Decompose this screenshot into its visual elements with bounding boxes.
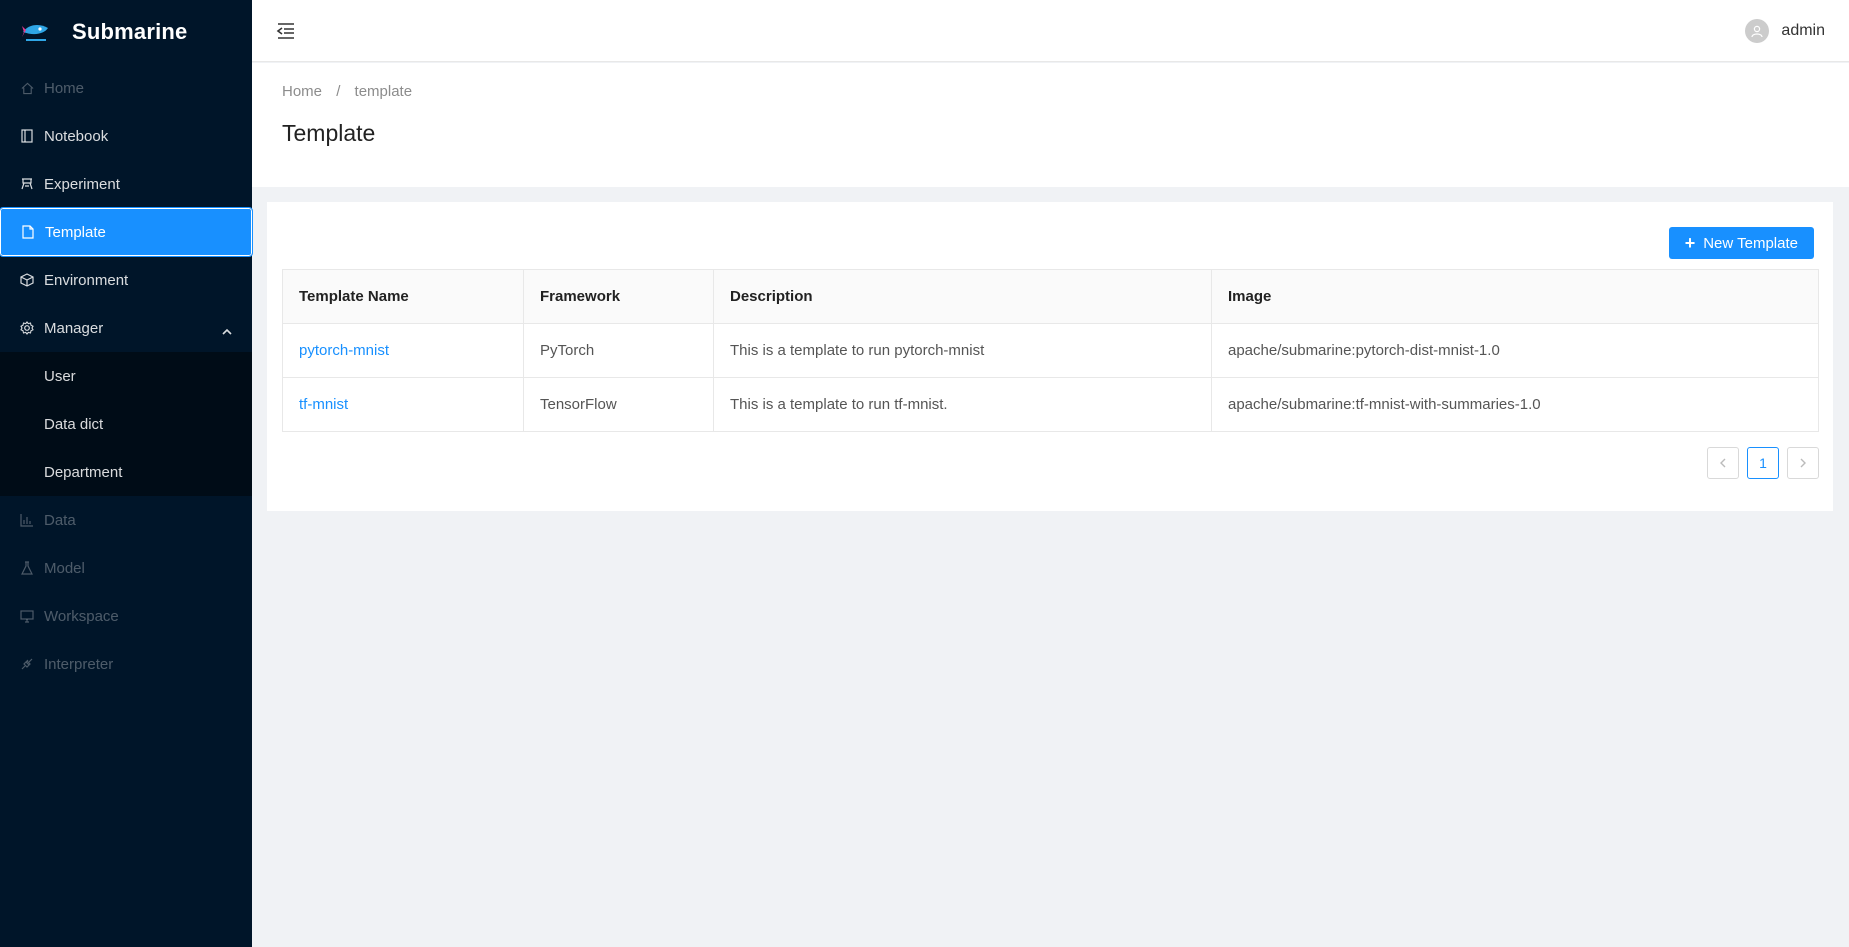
sidebar-item-label: Data [44, 511, 76, 529]
breadcrumb: Home / template [282, 83, 1819, 100]
flask-icon [20, 561, 34, 575]
sidebar-item-label: Experiment [44, 175, 120, 193]
table-cell: This is a template to run tf-mnist. [713, 377, 1212, 432]
table-row: tf-mnist TensorFlow This is a template t… [282, 377, 1819, 432]
table-header-row: Template Name Framework Description Imag… [282, 269, 1819, 324]
plus-icon: + [1684, 232, 1696, 253]
pagination: 1 [1707, 447, 1819, 479]
top-header: admin [252, 0, 1849, 62]
sidebar-item-notebook[interactable]: Notebook [0, 112, 252, 160]
code-sandbox-icon [20, 273, 34, 287]
next-page-button[interactable] [1787, 447, 1819, 479]
table-cell: apache/submarine:tf-mnist-with-summaries… [1211, 377, 1819, 432]
table-cell: apache/submarine:pytorch-dist-mnist-1.0 [1211, 323, 1819, 378]
breadcrumb-current: template [354, 83, 413, 100]
home-icon [20, 81, 34, 95]
sidebar-item-label: User [44, 367, 76, 385]
sidebar-item-experiment[interactable]: Experiment [0, 160, 252, 208]
experiment-icon [20, 177, 34, 191]
chevron-left-icon [1720, 458, 1726, 468]
user-menu[interactable]: admin [1745, 19, 1825, 43]
page-title: Template [282, 120, 376, 146]
sidebar-item-data[interactable]: Data [0, 496, 252, 544]
file-icon [21, 225, 35, 239]
table-cell: This is a template to run pytorch-mnist [713, 323, 1212, 378]
page-header: Home / template Template [252, 63, 1849, 187]
page-number-button[interactable]: 1 [1747, 447, 1779, 479]
manager-submenu: User Data dict Department [0, 352, 252, 496]
sidebar-item-user[interactable]: User [0, 352, 252, 400]
app-title: Submarine [72, 19, 188, 44]
column-header[interactable]: Framework [523, 269, 714, 324]
sidebar-item-model[interactable]: Model [0, 544, 252, 592]
new-template-button[interactable]: + New Template [1668, 227, 1814, 259]
sidebar: Submarine Home Notebook Experiment Templ… [0, 0, 253, 947]
chevron-up-icon [222, 323, 232, 340]
sidebar-item-label: Model [44, 559, 85, 577]
template-name-link[interactable]: tf-mnist [299, 396, 348, 413]
avatar [1745, 19, 1770, 43]
logo[interactable]: Submarine [0, 0, 252, 64]
sidebar-item-label: Home [44, 79, 85, 97]
bar-chart-icon [20, 513, 34, 527]
sidebar-item-template[interactable]: Template [0, 207, 253, 257]
sidebar-item-home[interactable]: Home [0, 64, 252, 112]
sidebar-item-label: Department [44, 463, 123, 481]
table-cell: pytorch-mnist [282, 323, 524, 378]
template-card: + New Template Template Name Framework D… [267, 202, 1833, 511]
new-template-label: New Template [1703, 234, 1798, 252]
menu-fold-icon[interactable] [276, 21, 296, 41]
template-table: Template Name Framework Description Imag… [282, 269, 1819, 432]
template-name-link[interactable]: pytorch-mnist [299, 342, 389, 359]
sidebar-item-environment[interactable]: Environment [0, 256, 252, 304]
sidebar-item-label: Interpreter [44, 655, 114, 673]
sidebar-item-department[interactable]: Department [0, 448, 252, 496]
sidebar-item-label: Data dict [44, 415, 104, 433]
breadcrumb-separator: / [336, 83, 341, 100]
prev-page-button[interactable] [1707, 447, 1739, 479]
table-row: pytorch-mnist PyTorch This is a template… [282, 323, 1819, 378]
table-cell: tf-mnist [282, 377, 524, 432]
submarine-logo-icon [20, 20, 52, 44]
column-header[interactable]: Template Name [282, 269, 524, 324]
breadcrumb-home[interactable]: Home [282, 83, 322, 100]
chevron-right-icon [1800, 458, 1806, 468]
sidebar-item-label: Notebook [44, 127, 109, 145]
book-icon [20, 129, 34, 143]
sidebar-item-label: Template [45, 223, 106, 241]
api-icon [20, 657, 34, 671]
table-cell: PyTorch [523, 323, 714, 378]
sidebar-item-manager[interactable]: Manager [0, 304, 252, 352]
sidebar-item-label: Workspace [44, 607, 119, 625]
sidebar-item-workspace[interactable]: Workspace [0, 592, 252, 640]
sidebar-item-interpreter[interactable]: Interpreter [0, 640, 252, 688]
user-name: admin [1781, 22, 1825, 39]
sidebar-item-label: Environment [44, 271, 129, 289]
desktop-icon [20, 609, 34, 623]
sidebar-item-label: Manager [44, 319, 104, 337]
table-cell: TensorFlow [523, 377, 714, 432]
setting-icon [20, 321, 34, 335]
column-header[interactable]: Description [713, 269, 1212, 324]
column-header[interactable]: Image [1211, 269, 1819, 324]
sidebar-item-data-dict[interactable]: Data dict [0, 400, 252, 448]
